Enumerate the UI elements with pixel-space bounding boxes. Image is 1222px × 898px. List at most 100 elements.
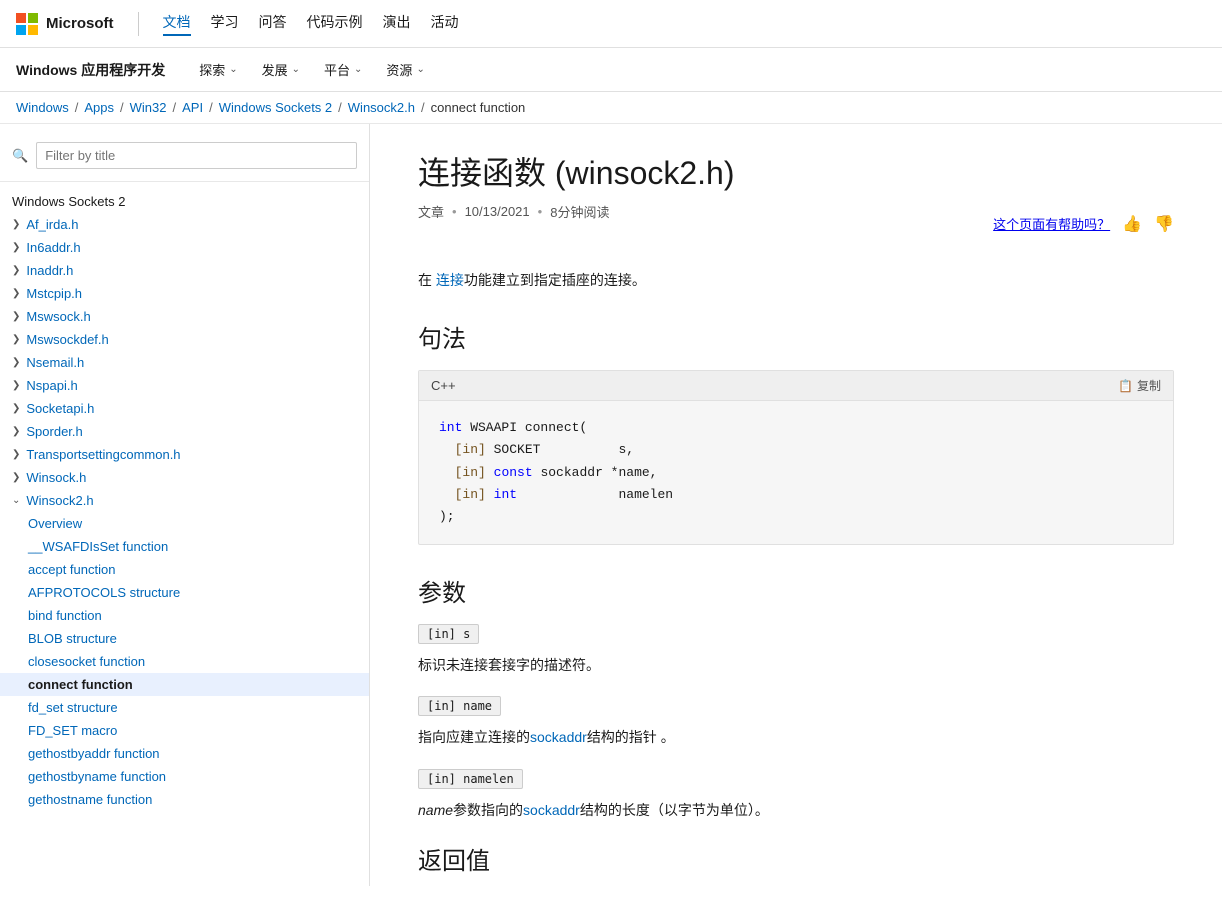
sidebar-item-mstcpip[interactable]: ❯ Mstcpip.h [0,282,369,305]
develop-chevron-icon: ⌄ [292,64,300,75]
top-nav-links: 文档 学习 问答 代码示例 演出 活动 [163,12,459,36]
breadcrumb-windows[interactable]: Windows [16,100,69,115]
sep1: / [75,100,79,115]
code-block: C++ 📋 复制 int WSAAPI connect( [in] SOCKET… [418,370,1174,544]
second-nav-title: Windows 应用程序开发 [16,60,165,80]
nav-develop[interactable]: 发展 ⌄ [252,56,310,83]
sidebar-sub-connect[interactable]: connect function [0,673,369,696]
connect-link[interactable]: 连接 [436,272,464,288]
chevron-socketapi-icon: ❯ [12,403,20,414]
chevron-mstcpip-icon: ❯ [12,288,20,299]
main-content: 连接函数 (winsock2.h) 文章 • 10/13/2021 • 8分钟阅… [370,124,1222,886]
chevron-winsock-icon: ❯ [12,472,20,483]
nav-resources[interactable]: 资源 ⌄ [376,56,434,83]
sep6: / [421,100,425,115]
platform-chevron-icon: ⌄ [354,64,362,75]
sockaddr-link2[interactable]: sockaddr [523,802,580,818]
nav-docs[interactable]: 文档 [163,12,191,36]
helpful-link[interactable]: 这个页面有帮助吗？ [993,214,1110,233]
param-namelen-desc: name参数指向的sockaddr结构的长度（以字节为单位）。 [418,799,1174,821]
nav-events1[interactable]: 演出 [383,12,411,36]
sidebar-item-nsemail[interactable]: ❯ Nsemail.h [0,351,369,374]
sidebar-sub-gethostbyname[interactable]: gethostbyname function [0,765,369,788]
sidebar-sub-gethostbyaddr[interactable]: gethostbyaddr function [0,742,369,765]
sep3: / [173,100,177,115]
nav-qa[interactable]: 问答 [259,12,287,36]
sidebar-item-afirda[interactable]: ❯ Af_irda.h [0,213,369,236]
code-line-3: [in] const sockaddr *name, [439,462,1153,484]
chevron-mswsockdef-icon: ❯ [12,334,20,345]
ms-logo-text: Microsoft [46,15,114,32]
sidebar-sub-gethostname[interactable]: gethostname function [0,788,369,811]
copy-button[interactable]: 📋 复制 [1118,377,1161,394]
sidebar-item-nspapi[interactable]: ❯ Nspapi.h [0,374,369,397]
chevron-mswsock-icon: ❯ [12,311,20,322]
sidebar: 🔍 Windows Sockets 2 ❯ Af_irda.h ❯ In6add… [0,124,370,886]
article-type: 文章 [418,202,444,221]
return-title: 返回值 [418,841,1174,876]
param-namelen-tag: [in] namelen [418,769,523,789]
resources-chevron-icon: ⌄ [416,64,424,75]
breadcrumb-win32[interactable]: Win32 [130,100,167,115]
sidebar-item-socketapi[interactable]: ❯ Socketapi.h [0,397,369,420]
nav-samples[interactable]: 代码示例 [307,12,363,36]
code-line-5: ); [439,506,1153,528]
sidebar-filter: 🔍 [0,136,369,182]
copy-icon: 📋 [1118,379,1133,393]
top-nav: Microsoft 文档 学习 问答 代码示例 演出 活动 [0,0,1222,48]
code-line-1: int WSAAPI connect( [439,417,1153,439]
sidebar-sub-fdsetmacro[interactable]: FD_SET macro [0,719,369,742]
sidebar-sub-closesocket[interactable]: closesocket function [0,650,369,673]
sidebar-item-winsock[interactable]: ❯ Winsock.h [0,466,369,489]
layout: 🔍 Windows Sockets 2 ❯ Af_irda.h ❯ In6add… [0,124,1222,886]
chevron-inaddr-icon: ❯ [12,265,20,276]
param-s-desc: 标识未连接套接字的描述符。 [418,654,1174,676]
code-line-4: [in] int namelen [439,484,1153,506]
sockaddr-link1[interactable]: sockaddr [530,729,587,745]
sidebar-item-inaddr[interactable]: ❯ Inaddr.h [0,259,369,282]
article-read-time: 8分钟阅读 [550,202,609,221]
thumbup-icon[interactable]: 👍 [1122,214,1142,234]
sidebar-item-transportsetting[interactable]: ❯ Transportsettingcommon.h [0,443,369,466]
sidebar-item-mswsockdef[interactable]: ❯ Mswsockdef.h [0,328,369,351]
breadcrumb-api[interactable]: API [182,100,203,115]
params-title: 参数 [418,573,1174,608]
sidebar-item-winsock2h[interactable]: ⌄ Winsock2.h [0,489,369,512]
page-title: 连接函数 (winsock2.h) [418,148,1174,194]
helpful-bar: 这个页面有帮助吗？ 👍 👎 [993,214,1174,234]
copy-label: 复制 [1137,377,1161,394]
sep2: / [120,100,124,115]
breadcrumb-apps[interactable]: Apps [84,100,114,115]
sidebar-filter-input[interactable] [36,142,357,169]
sidebar-sub-fdset[interactable]: fd_set structure [0,696,369,719]
sidebar-sub-accept[interactable]: accept function [0,558,369,581]
sidebar-sub-wsafdisset[interactable]: __WSAFDIsSet function [0,535,369,558]
sidebar-sub-overview[interactable]: Overview [0,512,369,535]
breadcrumb-winsock2h[interactable]: Winsock2.h [348,100,415,115]
thumbdown-icon[interactable]: 👎 [1154,214,1174,234]
sep5: / [338,100,342,115]
chevron-transportsetting-icon: ❯ [12,449,20,460]
param-name-tag: [in] name [418,696,501,716]
sidebar-sub-blob[interactable]: BLOB structure [0,627,369,650]
nav-divider [138,12,139,36]
explore-chevron-icon: ⌄ [229,64,237,75]
breadcrumb-winsock2[interactable]: Windows Sockets 2 [219,100,332,115]
sidebar-item-sporder[interactable]: ❯ Sporder.h [0,420,369,443]
nav-learn[interactable]: 学习 [211,12,239,36]
ms-logo[interactable]: Microsoft [16,13,114,35]
syntax-title: 句法 [418,319,1174,354]
nav-events2[interactable]: 活动 [431,12,459,36]
nav-platform[interactable]: 平台 ⌄ [314,56,372,83]
article-date: 10/13/2021 [465,204,530,219]
sidebar-item-mswsock[interactable]: ❯ Mswsock.h [0,305,369,328]
sidebar-item-in6addr[interactable]: ❯ In6addr.h [0,236,369,259]
sidebar-windows-sockets: Windows Sockets 2 [0,190,369,213]
breadcrumb: Windows / Apps / Win32 / API / Windows S… [0,92,1222,124]
sidebar-sub-afprotocols[interactable]: AFPROTOCOLS structure [0,581,369,604]
code-body: int WSAAPI connect( [in] SOCKET s, [in] … [419,401,1173,543]
article-meta-row: 文章 • 10/13/2021 • 8分钟阅读 这个页面有帮助吗？ 👍 👎 [418,202,1174,245]
nav-explore[interactable]: 探索 ⌄ [189,56,247,83]
second-nav-links: 探索 ⌄ 发展 ⌄ 平台 ⌄ 资源 ⌄ [189,56,435,83]
sidebar-sub-bind[interactable]: bind function [0,604,369,627]
